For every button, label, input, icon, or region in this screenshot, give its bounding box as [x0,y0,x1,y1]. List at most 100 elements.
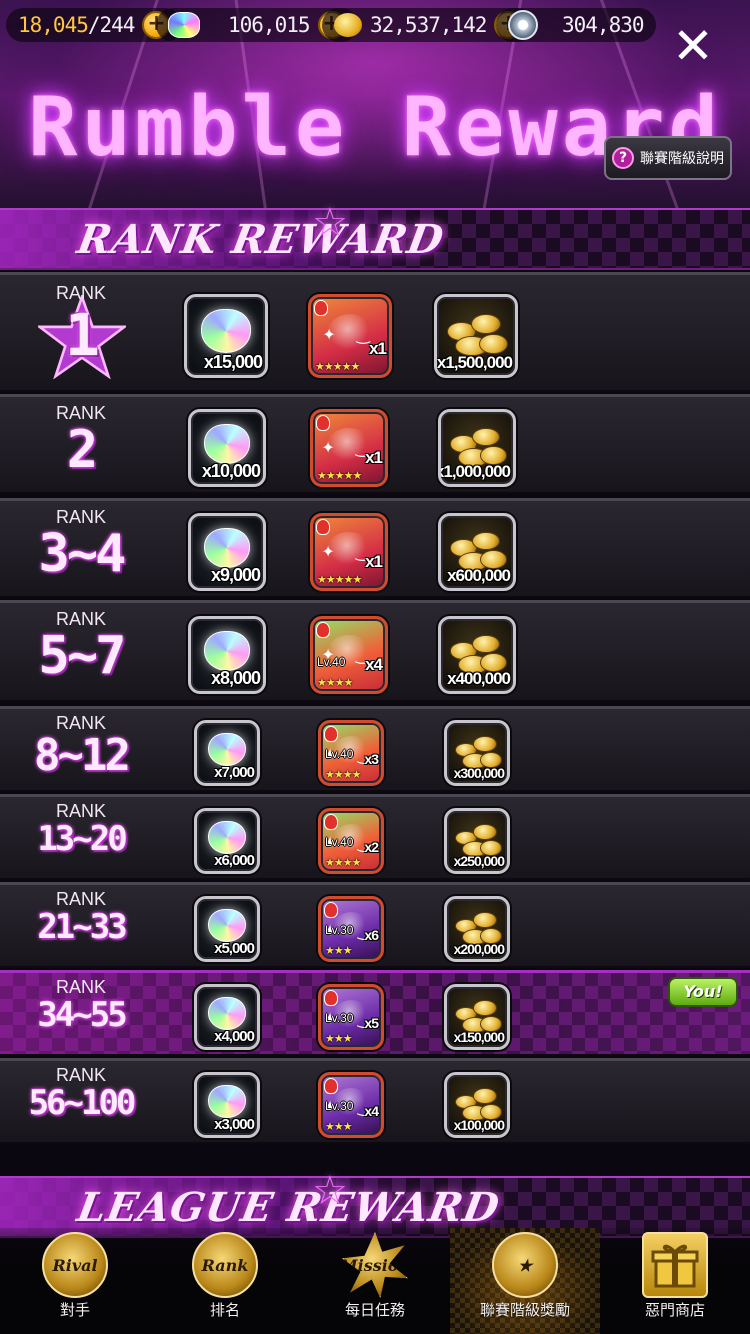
fire-element-icon [316,519,330,535]
sparkle-star-icon: ☆ [312,1168,348,1214]
monster-stars: ★★★★ [325,856,361,869]
monster-reward-qty: x6 [364,927,379,943]
gem-reward[interactable]: x7,000 [194,720,260,786]
nav-tab[interactable]: Rank 排名 [150,1228,300,1334]
gold-reward[interactable]: x300,000 [444,720,510,786]
fire-element-icon [324,814,338,830]
rank-row: RANK 8~12 x7,000 ✦ ‿ Lv.40 ★★★★ x3 x300,000 [0,706,750,792]
gem-reward-qty: x15,000 [203,352,263,372]
rank-row: RANK 34~55 x4,000 ✦ ‿ Lv.30 ★★★ x5 x150,000 Yo… [0,970,750,1056]
monster-stars: ★★★★★ [317,469,362,482]
gem-icon [207,908,247,943]
gold-reward-qty: x1,000,000 [438,462,511,481]
gem-icon [207,732,247,767]
monster-reward[interactable]: ✦ ‿ Lv.40 ★★★★ x3 [318,720,384,786]
monster-reward[interactable]: ✦ ‿ Lv.30 ★★★ x6 [318,896,384,962]
monster-reward-qty: x3 [364,751,379,767]
rank-range: 2 [66,420,98,480]
rank-range: 34~55 [37,995,127,1035]
monster-reward-qty: x2 [364,839,379,855]
monster-reward[interactable]: ✦ ‿ Lv.40 ★★★★ x4 [310,616,388,694]
gem-reward[interactable]: x3,000 [194,1072,260,1138]
gem-reward[interactable]: x4,000 [194,984,260,1050]
rank-column: RANK 8~12 [0,709,162,790]
gem-icon [201,309,251,354]
monster-reward[interactable]: ✦ ‿ Lv.30 ★★★ x4 [318,1072,384,1138]
coin-icon [473,912,498,929]
coin-icon [473,824,498,841]
gem-icon [207,996,247,1031]
gift-box-icon [642,1232,708,1298]
rank-row: RANK 3~4 x9,000 ✦ ‿ ★★★★★ x1 x600,000 [0,498,750,598]
help-button-label: 聯賽階級說明 [640,151,724,167]
gold-reward[interactable]: x600,000 [438,513,516,591]
gold-reward[interactable]: x250,000 [444,808,510,874]
gold-reward[interactable]: x400,000 [438,616,516,694]
gem-reward[interactable]: x9,000 [188,513,266,591]
gold-coin-icon [334,13,362,37]
nav-tab[interactable]: 惡門商店 [600,1228,750,1334]
monster-reward[interactable]: ✦ ‿ ★★★★★ x1 [310,409,388,487]
coin-icon [473,736,498,753]
rank-range: 13~20 [37,819,127,859]
resource-bar: 18,045/244 + 106,015 + 32,537,142 + 304,… [0,0,750,50]
nav-tab-label: 排名 [209,1301,240,1319]
league-rank-help-button[interactable]: ? 聯賽階級說明 [604,136,732,180]
fire-element-icon [314,300,328,316]
rank-range: 5~7 [38,626,127,686]
gold-reward-qty: x1,500,000 [436,353,513,372]
gem-icon [203,423,251,464]
monster-reward[interactable]: ✦ ‿ ★★★★★ x1 [310,513,388,591]
rank-globe-icon: Rank [192,1232,258,1298]
league-medal-icon: ★ [492,1232,558,1298]
gem-reward[interactable]: x8,000 [188,616,266,694]
gem-reward[interactable]: x10,000 [188,409,266,487]
rank-range: 3~4 [38,524,127,584]
gold-reward[interactable]: x200,000 [444,896,510,962]
fire-element-icon [324,902,338,918]
gem-reward[interactable]: x6,000 [194,808,260,874]
monster-level: Lv.40 [325,747,354,761]
rank-row: RANK 56~100 x3,000 ✦ ‿ Lv.30 ★★★ x4 x100,000 [0,1058,750,1144]
coin-icon [472,634,501,654]
gold-reward[interactable]: x1,000,000 [438,409,516,487]
gem-reward[interactable]: x5,000 [194,896,260,962]
coin-icon [473,1088,498,1105]
gem-icon [207,820,247,855]
monster-level: Lv.30 [325,923,354,937]
rank-column: RANK 21~33 [0,885,162,966]
stamina-current: 18,045 [18,13,89,37]
fire-element-icon [316,622,330,638]
monster-stars: ★★★ [325,1120,353,1133]
nav-tab[interactable]: Rival 對手 [0,1228,150,1334]
gem-icon [203,630,251,671]
token-icon [508,10,538,40]
gem-reward[interactable]: x15,000 [184,294,268,378]
rank-range: 21~33 [37,907,127,947]
monster-reward[interactable]: ✦ ‿ ★★★★★ x1 [308,294,392,378]
gold-reward[interactable]: x150,000 [444,984,510,1050]
fire-element-icon [324,990,338,1006]
monster-reward[interactable]: ✦ ‿ Lv.30 ★★★ x5 [318,984,384,1050]
nav-tab[interactable]: ★ 聯賽階級獎勵 [450,1228,600,1334]
gold-reward[interactable]: x100,000 [444,1072,510,1138]
nav-tab[interactable]: Mission 每日任務 [300,1228,450,1334]
monster-reward-qty: x1 [365,448,383,467]
rank-range: 8~12 [34,730,131,781]
you-badge: You! [668,977,738,1007]
rank-row: RANK 5~7 x8,000 ✦ ‿ Lv.40 ★★★★ x4 x400,000 [0,600,750,702]
monster-level: Lv.30 [325,1099,354,1113]
monster-reward-qty: x1 [369,339,387,358]
gem-reward-qty: x4,000 [214,1028,255,1045]
question-icon: ? [612,147,634,169]
gem-amount: 106,015 [228,13,311,37]
close-button[interactable]: ✕ [672,21,714,71]
coin-icon [472,531,501,551]
monster-reward[interactable]: ✦ ‿ Lv.40 ★★★★ x2 [318,808,384,874]
monster-level: Lv.30 [325,1011,354,1025]
gem-icon [207,1084,247,1119]
gold-reward[interactable]: x1,500,000 [434,294,518,378]
league-reward-title: LEAGUE REWARD [73,1184,504,1231]
gold-reward-qty: x200,000 [453,941,505,957]
rank-range: 1 [65,301,100,369]
